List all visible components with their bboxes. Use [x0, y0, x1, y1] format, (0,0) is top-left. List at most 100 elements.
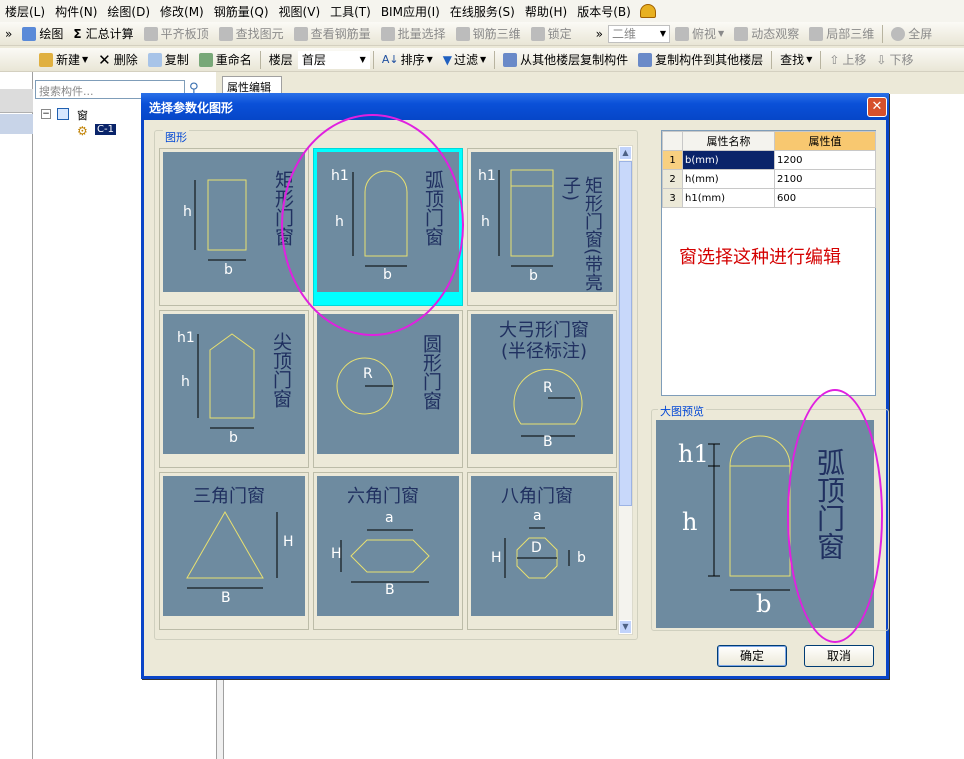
- move-up-button[interactable]: ⇧ 上移: [824, 50, 871, 70]
- shape-tile-triangle[interactable]: 三角门窗 H B: [159, 472, 309, 630]
- dim-label-d: D: [531, 540, 542, 556]
- copy-from-floor-icon: [503, 52, 518, 67]
- dim-label-b: B: [543, 434, 553, 450]
- shape-tile-hexagon[interactable]: 六角门窗 a H B: [313, 472, 463, 630]
- filter-button[interactable]: ▼ 过滤 ▼: [438, 50, 491, 70]
- dim-label-b: B: [221, 590, 231, 606]
- scroll-down-icon[interactable]: ▼: [619, 620, 632, 634]
- fullscreen-button[interactable]: 全屏: [886, 24, 937, 44]
- summary-calc-button[interactable]: Σ 汇总计算: [68, 24, 138, 44]
- sort-button[interactable]: A↓ 排序 ▼: [377, 50, 438, 70]
- shapes-caption: 图形: [163, 129, 189, 145]
- batch-select-icon: [380, 26, 395, 41]
- shape-tile-large-arc[interactable]: 大弓形门窗(半径标注) R B: [467, 310, 617, 468]
- delete-button[interactable]: ✕ 删除: [93, 50, 143, 70]
- filter-label: 过滤: [453, 53, 478, 67]
- main-toolbar: » 绘图 Σ 汇总计算 平齐板顶 查找图元 查看钢筋量 批量选择 钢筋三维 锁定 …: [0, 22, 964, 46]
- rebar-3d-button[interactable]: 钢筋三维: [451, 24, 526, 44]
- property-value[interactable]: 2100: [774, 169, 876, 189]
- nav-strip[interactable]: [0, 89, 33, 113]
- local-3d-button[interactable]: 局部三维: [804, 24, 879, 44]
- toolbar-chevron[interactable]: »: [0, 24, 17, 44]
- dialog-titlebar[interactable]: 选择参数化图形 ✕: [141, 93, 889, 120]
- shape-thumbnail: 八角门窗 a D H b: [471, 476, 613, 616]
- scroll-up-icon[interactable]: ▲: [619, 146, 632, 160]
- view-mode-select[interactable]: 二维 ▼: [608, 24, 671, 43]
- shape-tile-circle[interactable]: R 圆形门窗: [313, 310, 463, 468]
- property-row[interactable]: 2 h(mm) 2100: [662, 169, 876, 189]
- shape-tile-rectangle-transom[interactable]: h1 h b 矩形门窗(带亮子): [467, 148, 617, 306]
- menu-modify[interactable]: 修改(M): [155, 3, 209, 20]
- dim-label-a: a: [385, 510, 394, 526]
- rename-button[interactable]: 重命名: [194, 50, 257, 70]
- new-button[interactable]: 新建 ▼: [34, 50, 93, 70]
- shape-tile-pointed[interactable]: h1 h b 尖顶门窗: [159, 310, 309, 468]
- align-slab-button[interactable]: 平齐板顶: [139, 24, 214, 44]
- tree-item-c1[interactable]: C-1: [95, 124, 116, 135]
- chevron-down-icon: ▼: [659, 29, 667, 38]
- helmet-icon[interactable]: [639, 4, 656, 18]
- menu-draw[interactable]: 绘图(D): [102, 3, 155, 20]
- lock-button[interactable]: 锁定: [526, 24, 577, 44]
- floor-select[interactable]: 首层 ▼: [297, 50, 370, 69]
- find-element-button[interactable]: 查找图元: [214, 24, 289, 44]
- top-view-button[interactable]: 俯视 ▼: [670, 24, 729, 44]
- view-rebar-button[interactable]: 查看钢筋量: [289, 24, 376, 44]
- scroll-thumb[interactable]: [619, 161, 632, 506]
- menu-bim[interactable]: BIM应用(I): [376, 3, 445, 20]
- dim-label-h1: h1: [678, 440, 709, 468]
- floor-label: 楼层: [268, 53, 293, 67]
- copy-button[interactable]: 复制: [143, 50, 194, 70]
- property-value[interactable]: 1200: [774, 150, 876, 170]
- copy-to-floor-button[interactable]: 复制构件到其他楼层: [633, 50, 768, 70]
- tab-property-edit[interactable]: 属性编辑: [222, 76, 282, 94]
- dynamic-view-button[interactable]: 动态观察: [729, 24, 804, 44]
- menu-tools[interactable]: 工具(T): [325, 3, 376, 20]
- toolbar-chevron-2[interactable]: »: [591, 24, 608, 44]
- dim-label-b: b: [383, 267, 392, 283]
- nav-strip-selected[interactable]: [0, 114, 33, 134]
- dim-label-h: h: [682, 508, 698, 536]
- shape-tile-arch[interactable]: h1 h b 弧顶门窗: [313, 148, 463, 306]
- batch-select-button[interactable]: 批量选择: [376, 24, 451, 44]
- gallery-scrollbar[interactable]: ▲ ▼: [618, 145, 633, 635]
- dim-label-h: H: [331, 546, 342, 562]
- chevron-down-icon: ▼: [718, 29, 725, 38]
- local-3d-label: 局部三维: [826, 27, 875, 41]
- chevron-down-icon: ▼: [479, 55, 487, 64]
- draw-button[interactable]: 绘图: [17, 24, 68, 44]
- property-value[interactable]: 600: [774, 188, 876, 208]
- find-button[interactable]: 查找 ▼: [775, 50, 817, 70]
- menu-view[interactable]: 视图(V): [274, 3, 326, 20]
- move-down-button[interactable]: ⇩ 下移: [871, 50, 918, 70]
- menu-online[interactable]: 在线服务(S): [445, 3, 520, 20]
- close-button[interactable]: ✕: [867, 97, 887, 117]
- property-row[interactable]: 1 b(mm) 1200: [662, 150, 876, 170]
- dim-label-b: b: [229, 430, 238, 446]
- find-element-label: 查找图元: [235, 27, 284, 41]
- menu-version[interactable]: 版本号(B): [572, 3, 636, 20]
- shape-tile-octagon[interactable]: 八角门窗 a D H b: [467, 472, 617, 630]
- view-mode-value: 二维: [612, 27, 637, 41]
- preview-group: 大图预览 h1 h b 弧顶门窗: [651, 403, 889, 631]
- dim-label-h: h: [335, 214, 344, 230]
- row-number: 3: [662, 188, 683, 208]
- align-slab-icon: [143, 26, 158, 41]
- tree-collapse-icon[interactable]: −: [41, 109, 51, 119]
- tree-item-window[interactable]: 窗: [77, 107, 88, 123]
- cancel-button[interactable]: 取消: [804, 645, 874, 667]
- annotation-text: 窗选择这种进行编辑: [679, 247, 841, 268]
- property-table: 属性名称 属性值 1 b(mm) 1200 2 h(mm) 2100 3 h1(…: [662, 131, 876, 208]
- menu-component[interactable]: 构件(N): [50, 3, 102, 20]
- menu-rebar-quantity[interactable]: 钢筋量(Q): [209, 3, 274, 20]
- shape-thumbnail: h1 h b 弧顶门窗: [317, 152, 459, 292]
- shape-tile-rectangle[interactable]: h b 矩形门窗: [159, 148, 309, 306]
- menu-floor[interactable]: 楼层(L): [0, 3, 50, 20]
- property-row[interactable]: 3 h1(mm) 600: [662, 188, 876, 208]
- ok-button[interactable]: 确定: [717, 645, 787, 667]
- copy-from-floor-button[interactable]: 从其他楼层复制构件: [498, 50, 633, 70]
- dim-label-b: b: [224, 262, 233, 278]
- column-header-value: 属性值: [774, 131, 876, 151]
- menu-help[interactable]: 帮助(H): [520, 3, 572, 20]
- sort-label: 排序: [400, 53, 425, 67]
